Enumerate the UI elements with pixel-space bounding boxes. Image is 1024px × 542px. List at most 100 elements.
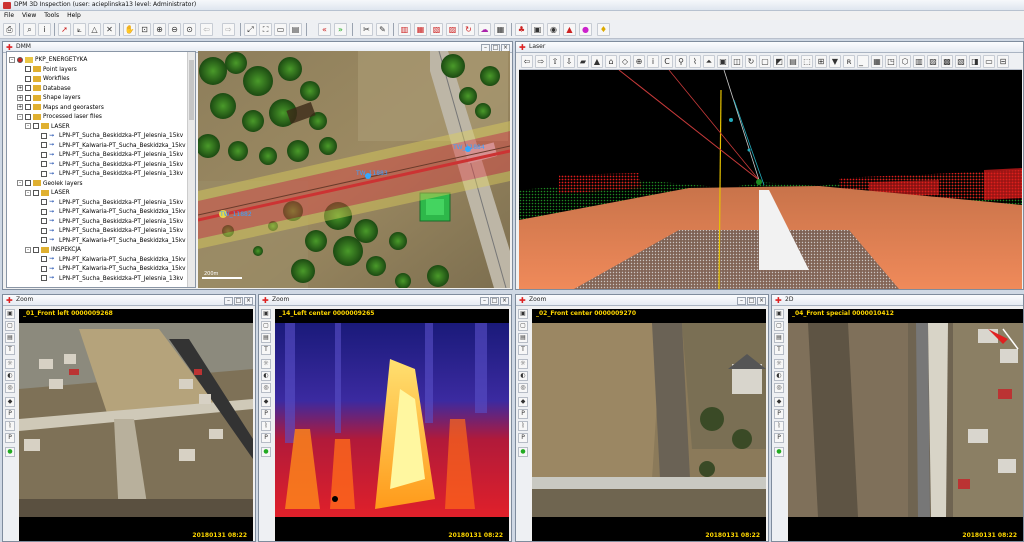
laser-tool-refresh-icon[interactable]: ↻ (745, 55, 757, 68)
tree-checkbox[interactable] (41, 265, 47, 272)
tree-checkbox[interactable] (41, 275, 47, 281)
frame-tool-icon[interactable]: ▢ (5, 321, 15, 331)
laser-tool-plus-grid-icon[interactable]: ⊞ (815, 55, 827, 68)
forward-arrow-button[interactable]: ⇨ (222, 23, 235, 36)
laser-tool-layers-icon[interactable]: ◩ (773, 55, 785, 68)
marker-icon[interactable]: ● (579, 23, 592, 36)
print-button[interactable]: ⎙ (3, 23, 16, 36)
laser-tool-table-icon[interactable]: ▤ (787, 55, 799, 68)
photo-tool-icon[interactable]: P (774, 409, 784, 419)
tree-item[interactable]: + Shape layers (17, 94, 81, 103)
brightness-icon[interactable]: ☼ (518, 359, 528, 369)
zoom-in-button[interactable]: ⊕ (153, 23, 166, 36)
profile-icon[interactable]: ▧ (430, 23, 443, 36)
tree-expander[interactable]: - (25, 189, 31, 196)
tree-checkbox[interactable] (41, 227, 47, 234)
image-tool-icon[interactable]: ▣ (774, 309, 784, 319)
pin-tool-icon[interactable]: ᚱ (5, 421, 15, 431)
delete-button[interactable]: ✕ (103, 23, 116, 36)
group-icon[interactable]: ♣ (515, 23, 528, 36)
menu-help[interactable]: Help (63, 11, 85, 20)
close-button[interactable]: × (244, 297, 253, 305)
maximize-button[interactable]: □ (747, 297, 756, 305)
tree-item[interactable]: ⇝ LPN-PT_Sucha_Beskidzka-PT_Jelesnia_15kv (33, 132, 183, 141)
tree-checkbox[interactable] (25, 180, 31, 186)
minimize-button[interactable]: – (737, 297, 746, 305)
tree-checkbox[interactable] (41, 218, 47, 224)
photo-tool-icon[interactable]: P (518, 409, 528, 419)
laser-tool-frame-icon[interactable]: ▣ (717, 55, 729, 68)
pan-hand-button[interactable]: ✋ (123, 23, 136, 36)
tree-checkbox[interactable] (41, 161, 47, 167)
laser-tool-target-icon[interactable]: ⊕ (633, 55, 645, 68)
image-tool-icon[interactable]: ▣ (261, 309, 271, 319)
tree-checkbox[interactable] (33, 123, 39, 129)
laser-tool-cube-icon[interactable]: ▦ (871, 55, 883, 68)
report-icon[interactable]: ▦ (414, 23, 427, 36)
zoom-out-button[interactable]: ⊖ (168, 23, 181, 36)
camera-icon[interactable]: ◉ (547, 23, 560, 36)
close-button[interactable]: × (500, 297, 509, 305)
palette-icon[interactable]: ◆ (261, 397, 271, 407)
copy-tool-icon[interactable]: ▤ (261, 333, 271, 343)
zoom3-image[interactable]: _02_Front center 0000009270 20180131 08:… (532, 309, 766, 541)
tree-expander[interactable]: - (25, 123, 31, 129)
laser-tool-home-icon[interactable]: ⌂ (605, 55, 617, 68)
tree-expander[interactable]: - (17, 180, 23, 186)
zoom2-image[interactable]: _14_Left center 0000009265 20180131 08:2… (275, 309, 509, 541)
tree-checkbox[interactable] (25, 66, 31, 72)
pin-tool-icon[interactable]: ᚱ (261, 421, 271, 431)
tree-checkbox[interactable] (41, 199, 47, 205)
tree-item[interactable]: ⇝ LPN-PT_Sucha_Beskidzka-PT_Jelesnia_13kv (33, 275, 183, 284)
tree-expander[interactable]: + (17, 104, 23, 110)
tree-checkbox[interactable] (17, 56, 23, 63)
photo-tool-icon[interactable]: P (261, 409, 271, 419)
tree-checkbox[interactable] (33, 246, 39, 253)
palette-icon[interactable]: ◆ (518, 397, 528, 407)
tree-item[interactable]: ⇝ LPN-PT_Kalwaria-PT_Sucha_Beskidzka_15kv (33, 208, 186, 217)
tree-checkbox[interactable] (41, 237, 47, 243)
maximize-button[interactable]: □ (234, 297, 243, 305)
image-tool-icon[interactable]: ▣ (518, 309, 528, 319)
edit-icon[interactable]: ✎ (376, 23, 389, 36)
chart-icon[interactable]: ▥ (398, 23, 411, 36)
maximize-button[interactable]: □ (490, 297, 499, 305)
tree-item[interactable]: - Processed laser files (17, 113, 102, 122)
tree-item[interactable]: ⇝ LPN-PT_Sucha_Beskidzka-PT_Jelesnia_13kv (33, 170, 183, 179)
image-tool-icon[interactable]: ▣ (5, 309, 15, 319)
pin-tool-icon[interactable]: ᚱ (518, 421, 528, 431)
laser-tool-curve-icon[interactable]: C (661, 55, 673, 68)
laser-tool-car-icon[interactable]: ▰ (577, 55, 589, 68)
laser-tool-left-icon[interactable]: ⇦ (521, 55, 533, 68)
tree-item[interactable]: - Geolek layers (17, 180, 83, 189)
tree-checkbox[interactable] (25, 113, 31, 120)
bookmark-button[interactable]: ▭ (274, 23, 287, 36)
laser-tool-split-icon[interactable]: ◫ (731, 55, 743, 68)
pin-tool-icon[interactable]: ᚱ (774, 421, 784, 431)
minimize-button[interactable]: – (224, 297, 233, 305)
tree-item[interactable]: ⇝ LPN-PT_Sucha_Beskidzka-PT_Jelesnia_15kv (33, 151, 183, 160)
laser-tool-profile-icon[interactable]: ⌇ (689, 55, 701, 68)
laser-tool-hex-icon[interactable]: ◳ (885, 55, 897, 68)
target-icon[interactable]: ◎ (5, 383, 15, 393)
view2d-image[interactable]: _04_Front special 0000010412 20180131 08… (788, 309, 1023, 541)
scissors-icon[interactable]: ✂ (360, 23, 373, 36)
tree-item[interactable]: ⇝ LPN-PT_Kalwaria-PT_Sucha_Beskidzka_15kv (33, 265, 186, 274)
tree-checkbox[interactable] (41, 151, 47, 158)
laser-tool-triangle-icon[interactable]: ▲ (591, 55, 603, 68)
tree-checkbox[interactable] (41, 256, 47, 262)
laser-tool-fill-icon[interactable]: ▨ (927, 55, 939, 68)
select-arrow-button[interactable]: ➚ (58, 23, 71, 36)
photo-tool-icon[interactable]: P (5, 409, 15, 419)
zoom-extent-button[interactable]: ⤢ (244, 23, 257, 36)
frame-tool-icon[interactable]: ▢ (774, 321, 784, 331)
measure-button[interactable]: ⟀ (73, 23, 86, 36)
map-view[interactable]: TW_11882 TW_11883 TW_11884 200m (198, 51, 510, 288)
menu-file[interactable]: File (0, 11, 18, 20)
tree-checkbox[interactable] (25, 94, 31, 101)
tree-checkbox[interactable] (25, 104, 31, 110)
tree-item[interactable]: - LASER (25, 123, 70, 132)
menu-tools[interactable]: Tools (40, 11, 63, 20)
marker-tool-icon[interactable]: P (261, 433, 271, 443)
tree-checkbox[interactable] (25, 85, 31, 91)
